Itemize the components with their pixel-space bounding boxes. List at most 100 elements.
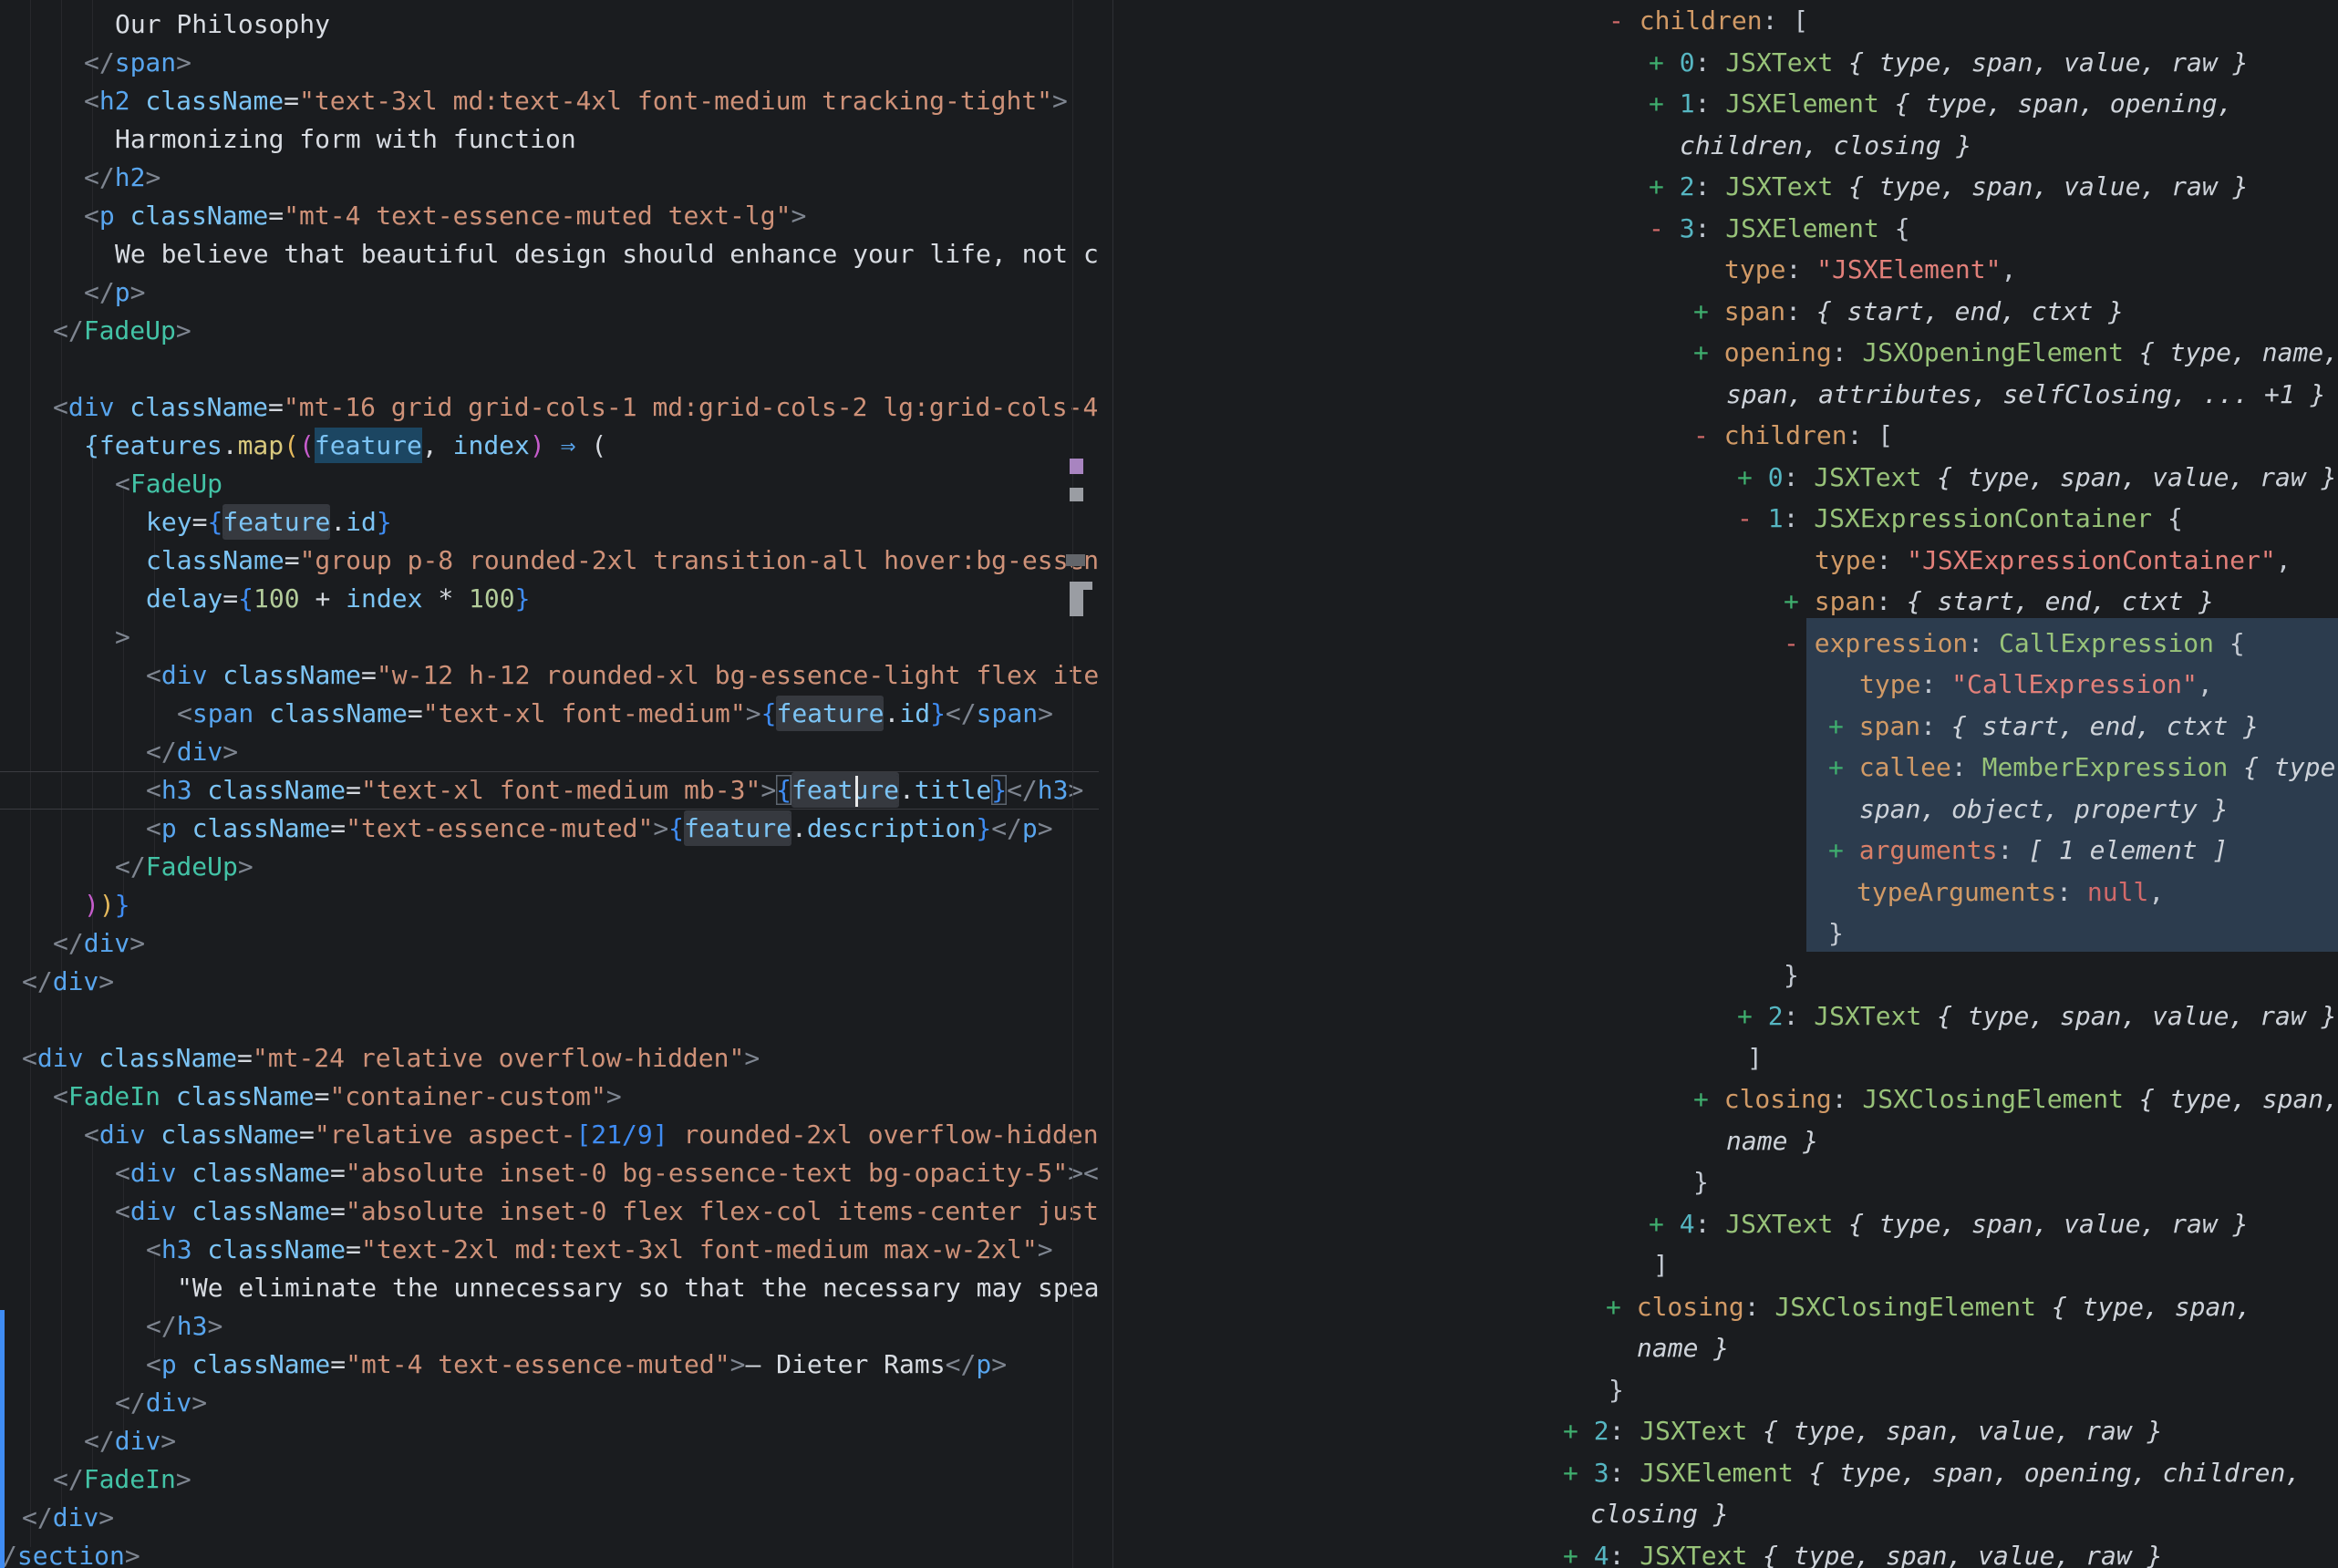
ast-line[interactable]: type: "JSXExpressionContainer", (1815, 540, 2291, 582)
ast-line[interactable]: type: "CallExpression", (1859, 664, 2213, 706)
ast-line[interactable]: name } (1637, 1327, 1729, 1369)
token-mi: - (1784, 628, 1799, 658)
code-line[interactable]: </span> (84, 44, 191, 82)
code-line[interactable]: </div> (22, 1499, 114, 1537)
ast-line[interactable]: } (1828, 913, 1844, 954)
ast-line[interactable]: - children: [ (1693, 415, 1893, 457)
code-line[interactable]: <div className="w-12 h-12 rounded-xl bg-… (146, 656, 1099, 695)
ast-line[interactable]: + 3: JSXElement { type, span, opening, c… (1563, 1452, 2301, 1494)
ast-line[interactable]: + opening: JSXOpeningElement { type, nam… (1693, 332, 2338, 374)
token-pl: + (1828, 835, 1844, 865)
token-tg: span (977, 698, 1038, 728)
code-line[interactable]: Harmonizing form with function (115, 120, 576, 159)
code-line[interactable]: <div className="mt-24 relative overflow-… (22, 1039, 760, 1078)
code-line[interactable]: </div> (115, 1384, 207, 1422)
token-br: } (930, 698, 946, 728)
overview-ruler-marker (1070, 459, 1083, 474)
code-line[interactable]: <p className="mt-4 text-essence-muted te… (84, 197, 806, 235)
code-line[interactable]: </FadeUp> (53, 312, 191, 350)
code-line[interactable]: <span className="text-xl font-medium">{f… (177, 695, 1053, 733)
code-line[interactable]: <div className="absolute inset-0 bg-esse… (115, 1154, 1099, 1192)
code-line[interactable]: <FadeUp (115, 465, 222, 503)
code-line[interactable]: className="group p-8 rounded-2xl transit… (146, 542, 1099, 580)
token-pu: > (653, 813, 668, 843)
ast-line[interactable]: - 1: JSXExpressionContainer { (1737, 498, 2183, 540)
code-line[interactable]: </div> (53, 924, 145, 963)
code-line[interactable]: <p className="mt-4 text-essence-muted">—… (146, 1346, 1007, 1384)
ast-line[interactable]: span, object, property } (1859, 789, 2229, 830)
ast-line[interactable]: } (1784, 954, 1799, 996)
ast-line[interactable]: + span: { start, end, ctxt } (1784, 581, 2214, 623)
token-pv: { type, span, value, raw } (1747, 1541, 2162, 1568)
code-line[interactable]: {features.map((feature, index) ⇒ ( (84, 427, 606, 465)
code-line[interactable]: <h3 className="text-2xl md:text-3xl font… (146, 1231, 1053, 1269)
ast-line[interactable]: span, attributes, selfClosing, ... +1 } (1726, 374, 2325, 416)
token-pu: > (991, 1349, 1007, 1379)
code-line[interactable]: We believe that beautiful design should … (115, 235, 1099, 273)
code-line[interactable]: <FadeIn className="container-custom"> (53, 1078, 622, 1116)
code-editor-pane[interactable]: Our Philosophy</span><h2 className="text… (0, 0, 1099, 1568)
code-line[interactable]: > (115, 618, 130, 656)
ast-line[interactable]: } (1609, 1369, 1624, 1411)
token-at: className (146, 545, 284, 575)
ast-line[interactable]: ] (1747, 1037, 1763, 1079)
ast-line[interactable]: + span: { start, end, ctxt } (1828, 706, 2259, 748)
code-line[interactable]: <div className="absolute inset-0 flex fl… (115, 1192, 1099, 1231)
code-line[interactable]: <h3 className="text-xl font-medium mb-3"… (146, 771, 1083, 810)
text-cursor (855, 776, 858, 807)
ast-line[interactable]: + span: { start, end, ctxt } (1693, 291, 2124, 333)
ast-line[interactable]: ] (1653, 1244, 1669, 1286)
ast-line[interactable]: + arguments: [ 1 element ] (1828, 830, 2228, 872)
code-line[interactable]: /section> (2, 1537, 140, 1568)
code-line[interactable]: <div className="relative aspect-[21/9] r… (84, 1116, 1099, 1154)
code-line[interactable]: </p> (84, 273, 145, 312)
token-pu: > (606, 1081, 622, 1111)
ast-line[interactable]: - 3: JSXElement { (1649, 208, 1910, 250)
code-line[interactable]: </h3> (146, 1307, 222, 1346)
ast-line[interactable]: + 0: JSXText { type, span, value, raw } (1649, 42, 2248, 84)
ast-line[interactable]: typeArguments: null, (1857, 872, 2164, 913)
ast-line[interactable]: + 2: JSXText { type, span, value, raw } (1737, 995, 2336, 1037)
ast-line[interactable]: - expression: CallExpression { (1784, 623, 2245, 665)
code-line[interactable]: <p className="text-essence-muted">{featu… (146, 810, 1053, 848)
ast-line[interactable]: + closing: JSXClosingElement { type, spa… (1693, 1078, 2338, 1120)
token-tg: div (53, 1502, 99, 1532)
token-st: "mt-4 text-essence-muted" (346, 1349, 729, 1379)
token-br: } (991, 775, 1007, 805)
ast-line[interactable]: + 4: JSXText { type, span, value, raw } (1563, 1535, 2162, 1568)
code-line[interactable]: Our Philosophy (115, 5, 330, 44)
token-op: = (330, 813, 346, 843)
ast-line[interactable]: + 2: JSXText { type, span, value, raw } (1649, 166, 2248, 208)
ast-line[interactable]: type: "JSXElement", (1724, 249, 2016, 291)
code-line[interactable]: </FadeUp> (115, 848, 253, 886)
ast-line[interactable]: + closing: JSXClosingElement { type, spa… (1606, 1286, 2251, 1328)
code-line[interactable]: </div> (22, 963, 114, 1001)
ast-line[interactable]: closing } (1590, 1493, 1729, 1535)
code-line[interactable]: </FadeIn> (53, 1460, 191, 1499)
code-line[interactable]: delay={100 + index * 100} (146, 580, 530, 618)
ast-line[interactable]: } (1693, 1161, 1709, 1203)
code-line[interactable]: <div className="mt-16 grid grid-cols-1 m… (53, 388, 1099, 427)
ast-line[interactable]: - children: [ (1609, 0, 1808, 42)
token-pl: + (1606, 1292, 1621, 1322)
code-line[interactable]: </div> (84, 1422, 176, 1460)
ast-line[interactable]: + 4: JSXText { type, span, value, raw } (1649, 1203, 2248, 1245)
code-line[interactable]: key={feature.id} (146, 503, 392, 542)
ast-line[interactable]: + callee: MemberExpression { type, (1828, 747, 2338, 789)
token-pu: </ (84, 162, 115, 192)
ast-line[interactable]: children, closing } (1680, 125, 1971, 167)
code-line[interactable]: </div> (146, 733, 238, 771)
ast-tree-pane[interactable]: - children: [+ 0: JSXText { type, span, … (1112, 0, 2338, 1568)
ast-line[interactable]: + 1: JSXElement { type, span, opening, (1649, 83, 2233, 125)
code-line[interactable]: <h2 className="text-3xl md:text-4xl font… (84, 82, 1068, 120)
token-ky: span (1799, 586, 1876, 616)
code-line[interactable]: </h2> (84, 159, 160, 197)
token-op: = (330, 1349, 346, 1379)
token-br: { (776, 775, 791, 805)
ast-line[interactable]: + 2: JSXText { type, span, value, raw } (1563, 1410, 2162, 1452)
ast-line[interactable]: + 0: JSXText { type, span, value, raw } (1737, 457, 2336, 499)
token-co: : (1997, 835, 2012, 865)
code-line[interactable]: ))} (84, 886, 130, 924)
ast-line[interactable]: name } (1726, 1120, 1818, 1162)
code-line[interactable]: "We eliminate the unnecessary so that th… (177, 1269, 1099, 1307)
